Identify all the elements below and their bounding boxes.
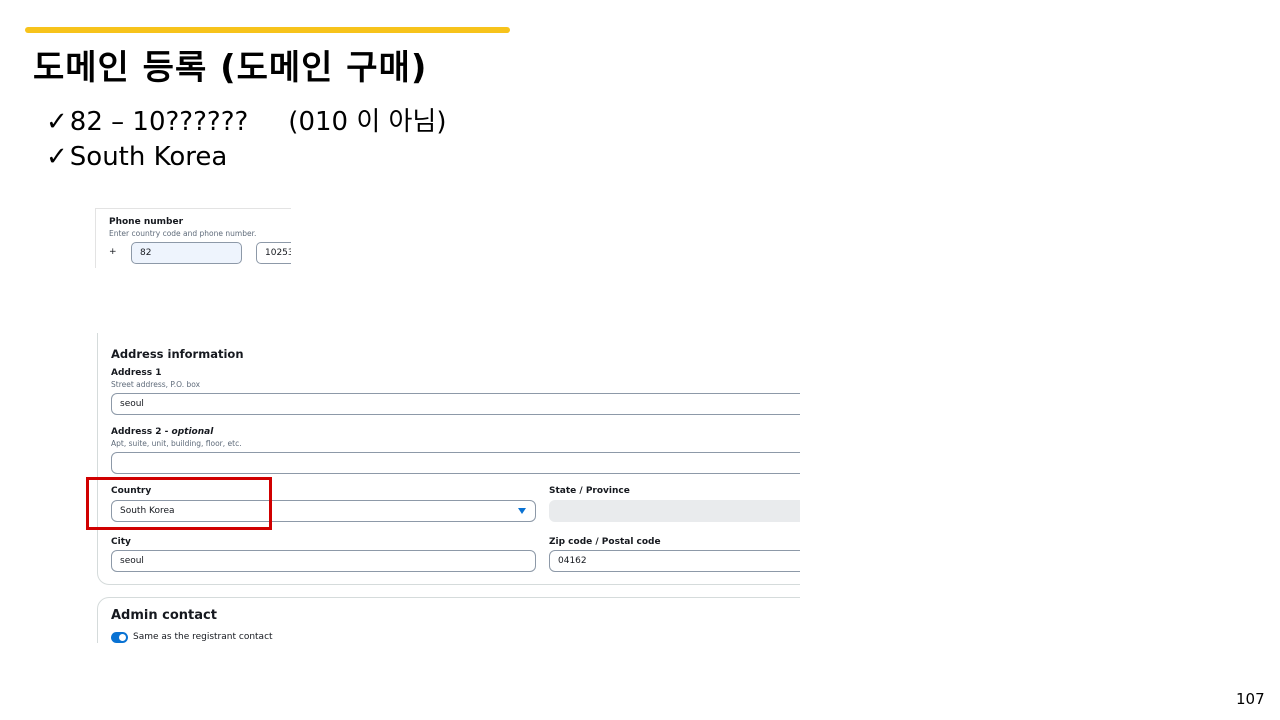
address2-label: Address 2 - optional (111, 427, 214, 437)
bullet-text: South Korea (69, 142, 228, 172)
state-input[interactable] (549, 500, 800, 522)
bullet-phone: ✓82 – 10?????? (010 이 아님) (46, 101, 447, 138)
checkmark-icon: ✓ (46, 107, 68, 137)
state-label: State / Province (549, 486, 630, 496)
address1-hint: Street address, P.O. box (111, 380, 201, 389)
same-contact-toggle[interactable] (111, 632, 128, 643)
accent-bar (25, 27, 510, 33)
phone-number-hint: Enter country code and phone number. (109, 229, 257, 238)
city-input[interactable]: seoul (111, 550, 536, 572)
checkmark-icon: ✓ (46, 142, 68, 172)
bullet-text: 82 – 10?????? (69, 107, 249, 137)
zip-label: Zip code / Postal code (549, 537, 661, 547)
address-section-title: Address information (111, 347, 244, 361)
same-contact-label: Same as the registrant contact (133, 632, 273, 642)
phone-number-screenshot: Phone number Enter country code and phon… (95, 208, 291, 268)
address1-label: Address 1 (111, 368, 162, 378)
country-code-input[interactable]: 82 (131, 242, 242, 264)
address-form-screenshot: Address information Address 1 Street add… (86, 333, 800, 643)
phone-number-label: Phone number (109, 217, 184, 227)
page-number: 107 (1236, 690, 1265, 708)
plus-sign: + (109, 247, 117, 257)
slide-title: 도메인 등록 (도메인 구매) (33, 48, 428, 88)
zip-input[interactable]: 04162 (549, 550, 800, 572)
address1-input[interactable]: seoul (111, 393, 800, 415)
country-highlight-box (86, 477, 272, 530)
phone-number-input[interactable]: 10253 (256, 242, 291, 264)
address2-hint: Apt, suite, unit, building, floor, etc. (111, 439, 242, 448)
admin-contact-title: Admin contact (111, 608, 217, 623)
caret-down-icon (518, 508, 526, 514)
address2-input[interactable] (111, 452, 800, 474)
bullet-note: (010 이 아님) (288, 107, 447, 137)
optional-tag: optional (171, 427, 214, 437)
city-label: City (111, 537, 131, 547)
bullet-country: ✓South Korea (46, 142, 227, 172)
